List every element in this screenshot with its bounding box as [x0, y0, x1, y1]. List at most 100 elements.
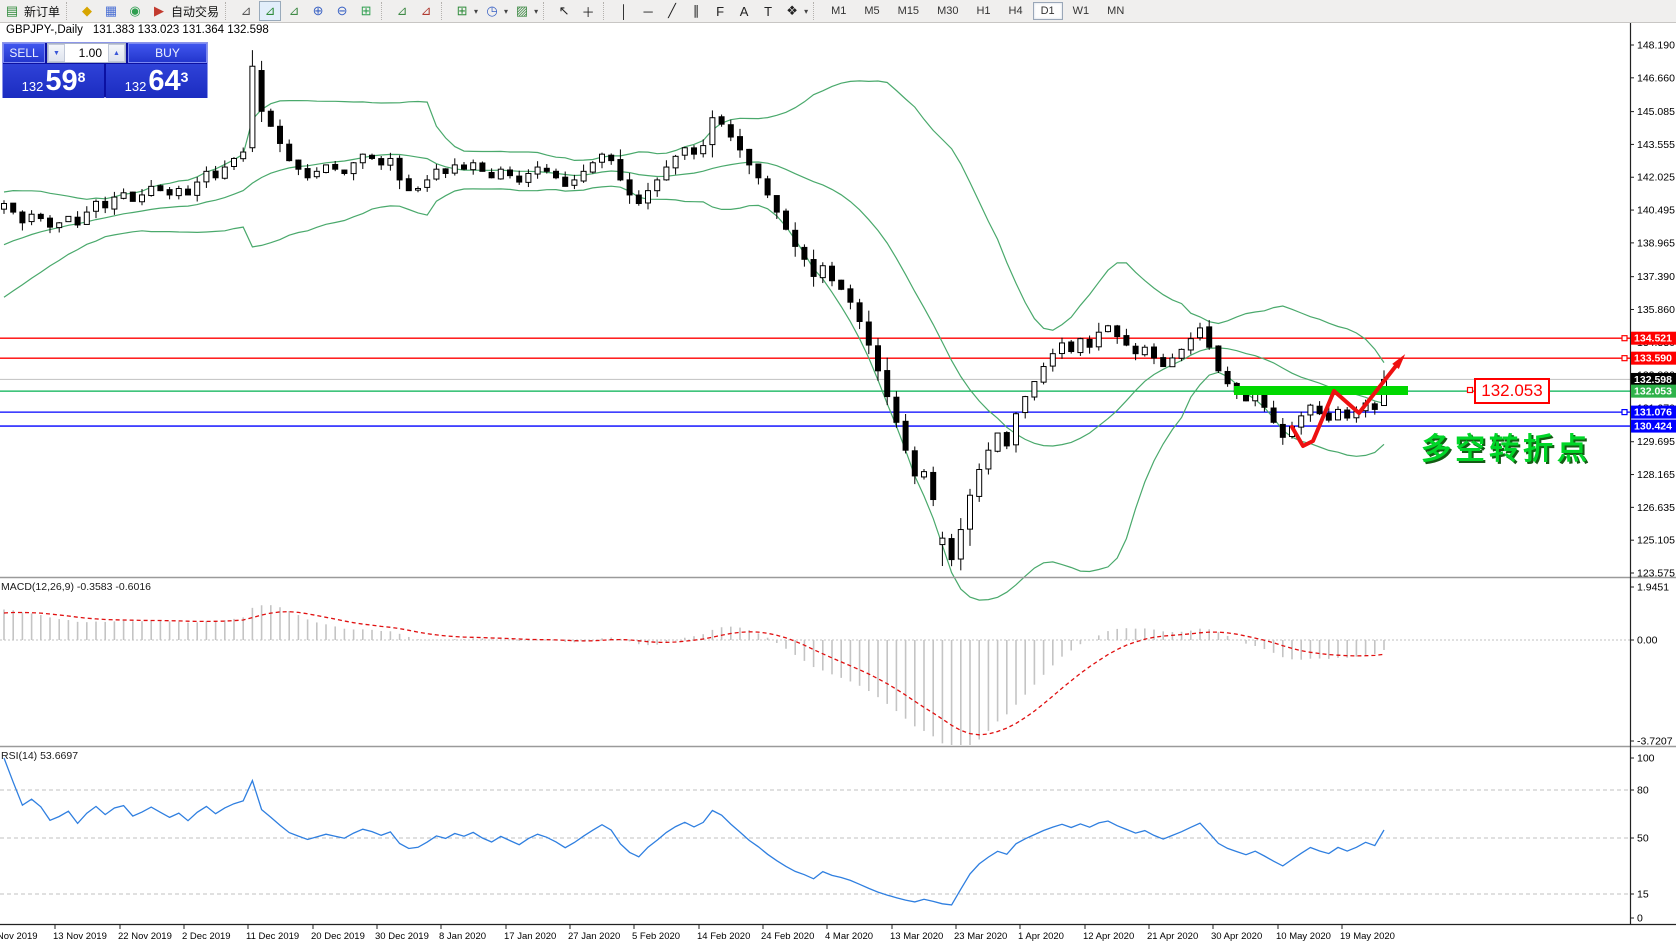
candle-body[interactable] — [323, 164, 329, 173]
text-label-icon[interactable]: T — [757, 1, 779, 21]
date-label[interactable]: 11 Dec 2019 — [246, 931, 299, 942]
candle-body[interactable] — [396, 157, 403, 181]
candle-body[interactable] — [1270, 407, 1277, 423]
candle-body[interactable] — [286, 143, 293, 162]
equidistant-channel-icon[interactable]: ∥ — [685, 1, 707, 21]
buy-price[interactable]: 132 64 3 — [106, 64, 207, 98]
candle-body[interactable] — [47, 217, 53, 228]
date-label[interactable]: 2 Dec 2019 — [182, 931, 231, 942]
candle-body[interactable] — [718, 116, 725, 125]
candle-body[interactable] — [212, 170, 219, 179]
candle-body[interactable] — [83, 211, 90, 225]
candle-body[interactable] — [580, 170, 587, 182]
candle-body[interactable] — [359, 153, 366, 164]
candle-body[interactable] — [810, 259, 817, 277]
fibonacci-icon[interactable]: F — [709, 1, 731, 21]
candle-body[interactable] — [65, 215, 72, 223]
candle-body[interactable] — [654, 179, 661, 192]
autotrade-icon[interactable]: ▶ — [148, 1, 170, 21]
candle-body[interactable] — [166, 189, 173, 196]
candle-body[interactable] — [902, 420, 909, 451]
bollinger-upper-band[interactable] — [3, 80, 1385, 363]
candle-body[interactable] — [1206, 326, 1213, 348]
date-label[interactable]: 5 Feb 2020 — [632, 931, 680, 942]
candle-body[interactable] — [1178, 348, 1185, 359]
candle-body[interactable] — [626, 179, 633, 196]
date-label[interactable]: 19 May 2020 — [1340, 931, 1395, 942]
timeframe-m5[interactable]: M5 — [856, 2, 887, 20]
macd-signal-line[interactable] — [3, 611, 1385, 736]
timeframe-d1[interactable]: D1 — [1032, 2, 1063, 20]
candle-body[interactable] — [691, 147, 697, 155]
candle-body[interactable] — [893, 396, 900, 423]
candle-body[interactable] — [1252, 393, 1259, 402]
candle-body[interactable] — [709, 117, 716, 146]
candle-body[interactable] — [930, 471, 937, 501]
candle-body[interactable] — [1132, 345, 1139, 355]
level-handle[interactable] — [1621, 408, 1628, 416]
level-handle[interactable] — [1621, 355, 1628, 362]
candle-body[interactable] — [93, 200, 99, 212]
auto-scroll-icon[interactable]: ⊿ — [391, 1, 413, 21]
candle-body[interactable] — [185, 188, 191, 196]
candle-body[interactable] — [645, 190, 651, 204]
candle-body[interactable] — [470, 162, 477, 171]
date-label[interactable]: 13 Nov 2019 — [53, 931, 107, 942]
candle-body[interactable] — [350, 162, 357, 175]
candle-body[interactable] — [939, 537, 946, 546]
date-label[interactable]: 10 May 2020 — [1276, 931, 1331, 942]
candle-body[interactable] — [994, 432, 1001, 452]
candle-body[interactable] — [461, 164, 467, 170]
candle-body[interactable] — [921, 471, 927, 478]
candle-body[interactable] — [10, 202, 17, 213]
date-label[interactable]: 4 Nov 2019 — [0, 931, 38, 942]
candle-body[interactable] — [875, 345, 881, 372]
arrows-icon-dropdown[interactable]: ▾ — [804, 7, 808, 16]
candle-body[interactable] — [617, 159, 624, 181]
candle-body[interactable] — [507, 169, 513, 177]
candle-body[interactable] — [415, 188, 421, 191]
candle-body[interactable] — [1095, 331, 1102, 348]
candle-body[interactable] — [28, 213, 35, 223]
sell-button[interactable]: SELL — [3, 43, 45, 63]
chart-shift-icon[interactable]: ⊿ — [415, 1, 437, 21]
periods-icon-dropdown[interactable]: ▾ — [504, 7, 508, 16]
candle-body[interactable] — [424, 179, 431, 188]
candle-body[interactable] — [727, 124, 734, 138]
candle-body[interactable] — [1325, 412, 1332, 421]
date-label[interactable]: 23 Mar 2020 — [954, 931, 1007, 942]
bollinger-lower-band[interactable] — [3, 185, 1385, 601]
horizontal-line-icon[interactable]: ─ — [637, 1, 659, 21]
cursor-icon[interactable]: ↖ — [553, 1, 575, 21]
candle-body[interactable] — [700, 145, 707, 155]
candle-body[interactable] — [543, 167, 550, 172]
candle-body[interactable] — [313, 170, 320, 178]
text-icon[interactable]: A — [733, 1, 755, 21]
candle-body[interactable] — [1049, 353, 1056, 367]
candle-body[interactable] — [847, 288, 854, 303]
date-label[interactable]: 1 Apr 2020 — [1018, 931, 1064, 942]
candle-body[interactable] — [783, 210, 789, 230]
candle-body[interactable] — [442, 168, 449, 174]
trendline-icon[interactable]: ╱ — [661, 1, 683, 21]
candle-body[interactable] — [1003, 432, 1010, 447]
candle-body[interactable] — [221, 166, 228, 179]
chart-candles-icon[interactable]: ⊿ — [259, 1, 282, 21]
templates-icon[interactable]: ▨ — [511, 1, 533, 21]
date-label[interactable]: 24 Feb 2020 — [761, 931, 814, 942]
candle-body[interactable] — [516, 175, 523, 183]
candle-body[interactable] — [737, 136, 743, 151]
candle-body[interactable] — [231, 157, 237, 167]
note-box-anchor[interactable] — [1466, 386, 1474, 394]
candle-body[interactable] — [1141, 346, 1148, 356]
candle-body[interactable] — [497, 168, 504, 180]
chart-bars-icon[interactable]: ⊿ — [235, 1, 257, 21]
candle-body[interactable] — [985, 449, 992, 470]
candle-body[interactable] — [304, 168, 311, 179]
buy-button[interactable]: BUY — [128, 43, 207, 63]
candle-body[interactable] — [1013, 413, 1019, 446]
candle-body[interactable] — [1086, 338, 1093, 348]
candle-body[interactable] — [865, 321, 872, 346]
candle-body[interactable] — [1022, 396, 1029, 414]
candle-body[interactable] — [1160, 357, 1167, 368]
